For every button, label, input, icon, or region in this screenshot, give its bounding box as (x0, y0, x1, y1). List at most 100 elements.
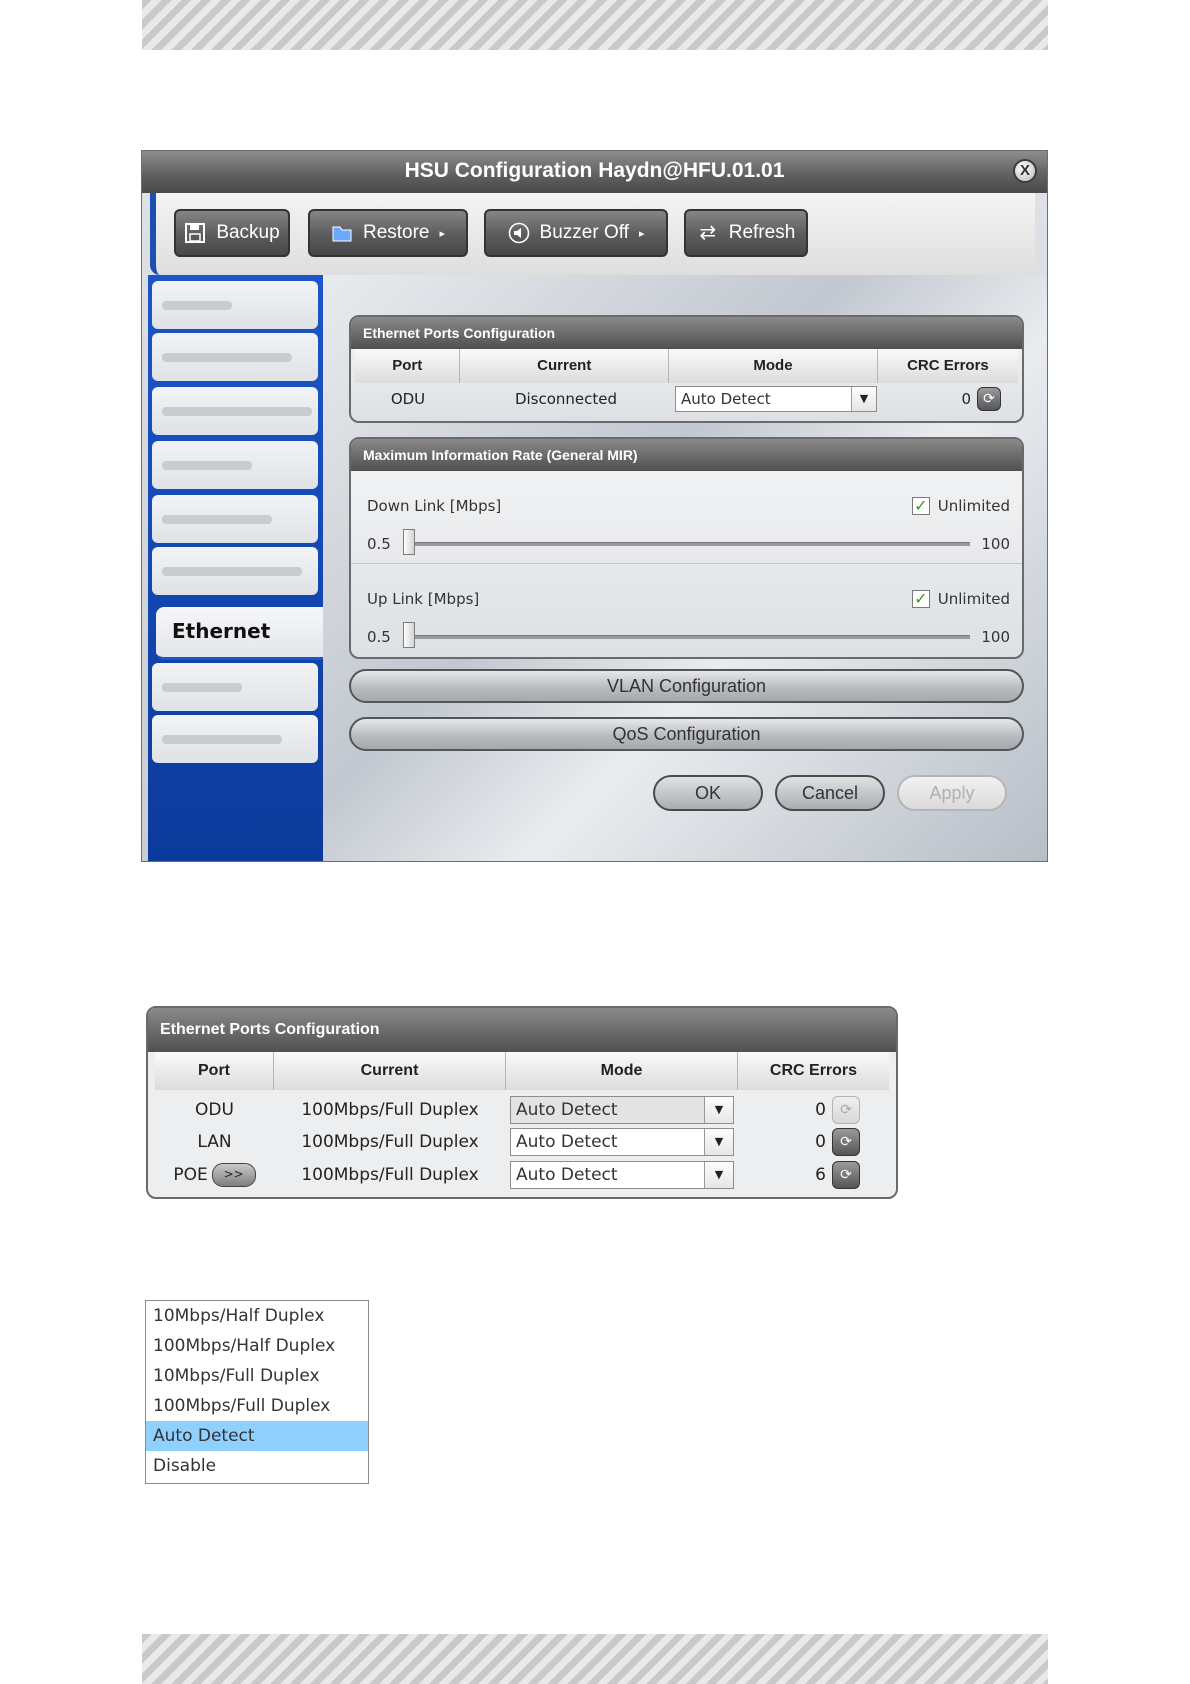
column-header-mode: Mode (506, 1052, 738, 1090)
sidebar-item[interactable] (152, 547, 318, 595)
chevron-down-icon[interactable]: ▼ (704, 1097, 733, 1123)
reset-counter-icon[interactable]: ⟳ (977, 387, 1001, 411)
title-bar: HSU Configuration Haydn@HFU.01.01 X (142, 151, 1047, 193)
down-link-label: Down Link [Mbps] (367, 497, 502, 515)
chevron-down-icon[interactable]: ▼ (704, 1129, 733, 1155)
mode-value: Auto Detect (516, 1132, 618, 1152)
toolbar: Backup Restore ▸ Buzzer Off ▸ ⇄ Refresh (150, 193, 1035, 275)
check-icon[interactable]: ✓ (911, 590, 930, 608)
slider-track[interactable] (407, 542, 970, 546)
mode-select[interactable]: Auto Detect ▼ (510, 1161, 734, 1189)
crc-errors-cell: 0 ⟳ (738, 1096, 860, 1124)
panel-title: Ethernet Ports Configuration (148, 1008, 896, 1052)
sidebar-item[interactable] (152, 281, 318, 329)
qos-configuration-button[interactable]: QoS Configuration (349, 717, 1024, 751)
column-header-mode: Mode (669, 349, 878, 383)
save-icon (185, 223, 206, 243)
up-link-slider-thumb[interactable] (403, 622, 415, 648)
sidebar-item[interactable] (152, 441, 318, 489)
reset-counter-icon[interactable]: ⟳ (832, 1096, 860, 1124)
port-cell: ODU (195, 1100, 234, 1120)
apply-button[interactable]: Apply (897, 775, 1007, 811)
mode-select[interactable]: Auto Detect ▼ (675, 386, 877, 412)
dialog-title: HSU Configuration Haydn@HFU.01.01 (404, 159, 785, 182)
down-link-slider-thumb[interactable] (403, 529, 415, 555)
panel-title: Ethernet Ports Configuration (351, 317, 1022, 349)
chevron-down-icon[interactable]: ▼ (851, 387, 876, 411)
buzzer-label: Buzzer Off (539, 222, 629, 243)
mode-select[interactable]: Auto Detect ▼ (510, 1128, 734, 1156)
cancel-button[interactable]: Cancel (775, 775, 885, 811)
table-row: POE >> 100Mbps/Full Duplex Auto Detect ▼ … (155, 1158, 889, 1192)
close-button[interactable]: X (1013, 159, 1037, 183)
refresh-button[interactable]: ⇄ Refresh (684, 209, 808, 257)
mode-option[interactable]: Disable (146, 1451, 368, 1481)
mode-option-selected[interactable]: Auto Detect (146, 1421, 368, 1451)
slider-track[interactable] (407, 635, 970, 639)
restore-label: Restore (362, 222, 430, 243)
vlan-configuration-button[interactable]: VLAN Configuration (349, 669, 1024, 703)
reset-counter-icon[interactable]: ⟳ (832, 1161, 860, 1189)
unlimited-label: Unlimited (937, 590, 1010, 608)
slider-min-label: 0.5 (367, 628, 391, 646)
unlimited-label: Unlimited (937, 497, 1010, 515)
table-header: Port Current Mode CRC Errors (355, 349, 1018, 383)
sidebar-item-ethernet[interactable]: Ethernet (156, 607, 326, 660)
port-cell: ODU (390, 390, 426, 408)
folder-icon (332, 226, 352, 242)
table-row: LAN 100Mbps/Full Duplex Auto Detect ▼ 0 … (155, 1126, 889, 1158)
content-area: Ethernet Ports Configuration Port Curren… (323, 275, 1047, 861)
column-header-current: Current (274, 1052, 506, 1090)
backup-button[interactable]: Backup (174, 209, 290, 257)
column-header-crc-errors: CRC Errors (738, 1052, 889, 1090)
restore-button[interactable]: Restore ▸ (308, 209, 468, 257)
table-header: Port Current Mode CRC Errors (155, 1052, 889, 1090)
ok-button[interactable]: OK (653, 775, 763, 811)
mode-value: Auto Detect (681, 390, 771, 408)
crc-count: 0 (961, 390, 971, 408)
slider-min-label: 0.5 (367, 535, 391, 553)
check-icon[interactable]: ✓ (911, 497, 930, 515)
mode-option[interactable]: 100Mbps/Full Duplex (146, 1391, 368, 1421)
speaker-mute-icon (508, 222, 529, 244)
crc-count: 6 (815, 1165, 826, 1185)
footer-hatch-band (142, 1634, 1048, 1684)
sidebar-item[interactable] (152, 495, 318, 543)
refresh-label: Refresh (728, 222, 796, 243)
mode-dropdown-list: 10Mbps/Half Duplex 100Mbps/Half Duplex 1… (145, 1300, 369, 1484)
crc-errors-cell: 0 ⟳ (738, 1128, 860, 1156)
column-header-crc-errors: CRC Errors (877, 349, 1018, 383)
current-cell: 100Mbps/Full Duplex (301, 1165, 479, 1185)
up-link-unlimited[interactable]: ✓ Unlimited (911, 590, 1010, 608)
mode-option[interactable]: 10Mbps/Half Duplex (146, 1301, 368, 1331)
column-header-current: Current (460, 349, 670, 383)
slider-max-label: 100 (981, 628, 1010, 646)
mode-option[interactable]: 100Mbps/Half Duplex (146, 1331, 368, 1361)
sidebar-item-label: Ethernet (172, 619, 271, 643)
chevron-down-icon[interactable]: ▼ (704, 1162, 733, 1188)
panel-title: Maximum Information Rate (General MIR) (351, 439, 1022, 471)
table-row: ODU 100Mbps/Full Duplex Auto Detect ▼ 0 … (155, 1094, 889, 1126)
mode-select[interactable]: Auto Detect ▼ (510, 1096, 734, 1124)
crc-count: 0 (815, 1132, 826, 1152)
up-link-label: Up Link [Mbps] (367, 590, 480, 608)
mode-value: Auto Detect (516, 1100, 618, 1120)
current-cell: Disconnected (514, 390, 618, 408)
sidebar-item[interactable] (152, 387, 318, 435)
mode-option[interactable]: 10Mbps/Full Duplex (146, 1361, 368, 1391)
hsu-configuration-dialog: HSU Configuration Haydn@HFU.01.01 X Back… (141, 150, 1048, 862)
current-cell: 100Mbps/Full Duplex (301, 1100, 479, 1120)
port-label: POE (173, 1165, 208, 1185)
reset-counter-icon[interactable]: ⟳ (832, 1128, 860, 1156)
ethernet-ports-panel-detail: Ethernet Ports Configuration Port Curren… (146, 1006, 898, 1199)
sidebar-item[interactable] (152, 715, 318, 763)
sidebar-item[interactable] (152, 333, 318, 381)
table-row: ODU Disconnected Auto Detect ▼ 0 ⟳ (355, 383, 1018, 415)
expand-button[interactable]: >> (211, 1163, 256, 1187)
current-cell: 100Mbps/Full Duplex (301, 1132, 479, 1152)
down-link-unlimited[interactable]: ✓ Unlimited (911, 497, 1010, 515)
sidebar-item[interactable] (152, 663, 318, 711)
buzzer-off-button[interactable]: Buzzer Off ▸ (484, 209, 668, 257)
crc-errors-cell: 0 ⟳ (881, 387, 1001, 411)
mode-value: Auto Detect (516, 1165, 618, 1185)
